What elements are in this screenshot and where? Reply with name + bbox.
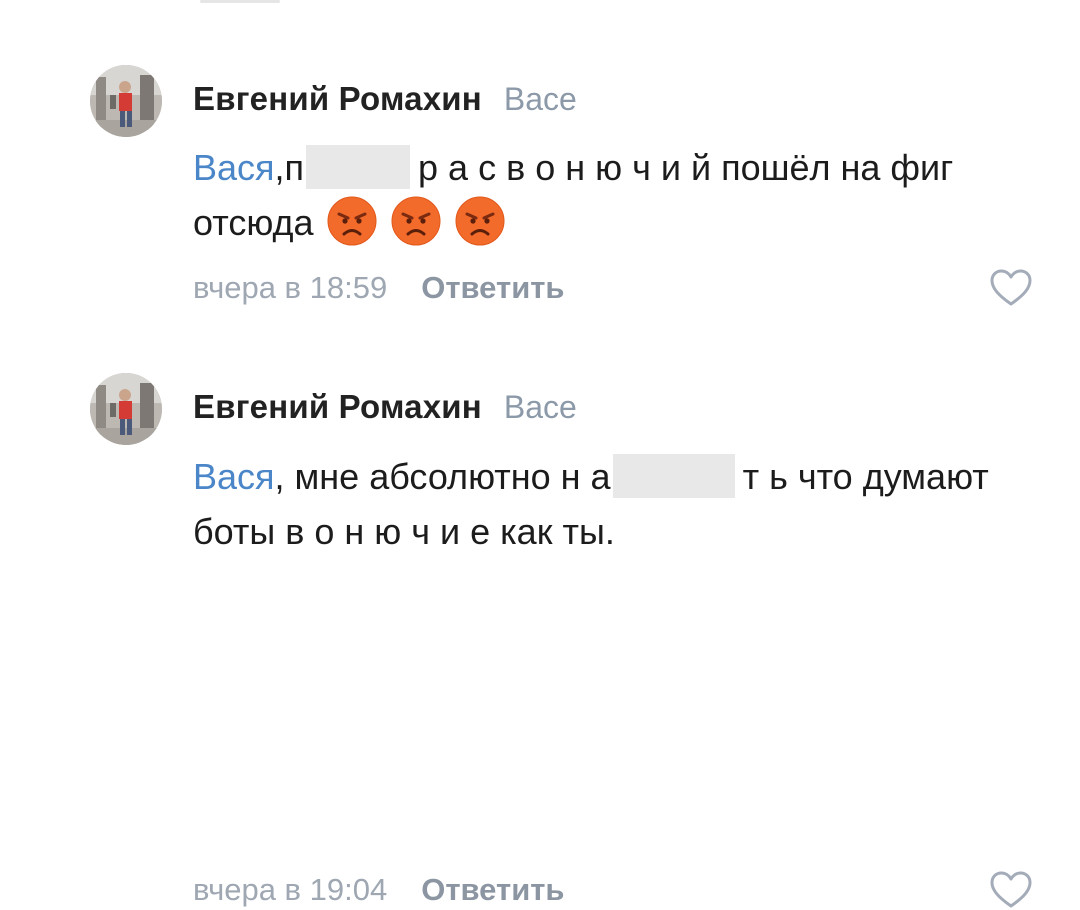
comment-meta: вчера в 18:59 Ответить [193, 268, 565, 308]
reply-button[interactable]: Ответить [421, 872, 564, 908]
redaction-box [612, 454, 735, 498]
angry-face-icon [326, 195, 378, 247]
timestamp[interactable]: вчера в 18:59 [193, 270, 387, 306]
author-name[interactable]: Евгений Ромахин [193, 388, 482, 426]
angry-face-icon [454, 195, 506, 247]
comment-text-part: , мне абсолютно н а [274, 456, 611, 497]
avatar[interactable] [90, 373, 162, 445]
comment-text: Вася,п р а с в о н ю ч и й пошёл на фиг о… [193, 140, 1043, 250]
redaction-box [306, 145, 411, 189]
avatar[interactable] [90, 65, 162, 137]
comment-text: Вася, мне абсолютно н ат ь что думают бо… [193, 449, 1043, 559]
previous-comment-edge [200, 0, 280, 3]
reply-to-name[interactable]: Васе [504, 81, 577, 118]
like-button[interactable] [988, 870, 1034, 910]
angry-face-icon [390, 195, 442, 247]
like-button[interactable] [988, 268, 1034, 308]
heart-icon [990, 871, 1032, 908]
mention-link[interactable]: Вася [193, 456, 275, 497]
author-name[interactable]: Евгений Ромахин [193, 80, 482, 118]
reply-button[interactable]: Ответить [421, 270, 564, 306]
comment-header: Евгений Ромахин Васе [193, 385, 577, 429]
comment-header: Евгений Ромахин Васе [193, 77, 577, 121]
reply-to-name[interactable]: Васе [504, 389, 577, 426]
comment-text-part: ,п [274, 147, 305, 188]
heart-icon [990, 269, 1032, 306]
mention-link[interactable]: Вася [193, 147, 275, 188]
comment-meta: вчера в 19:04 Ответить [193, 870, 565, 910]
timestamp[interactable]: вчера в 19:04 [193, 872, 387, 908]
